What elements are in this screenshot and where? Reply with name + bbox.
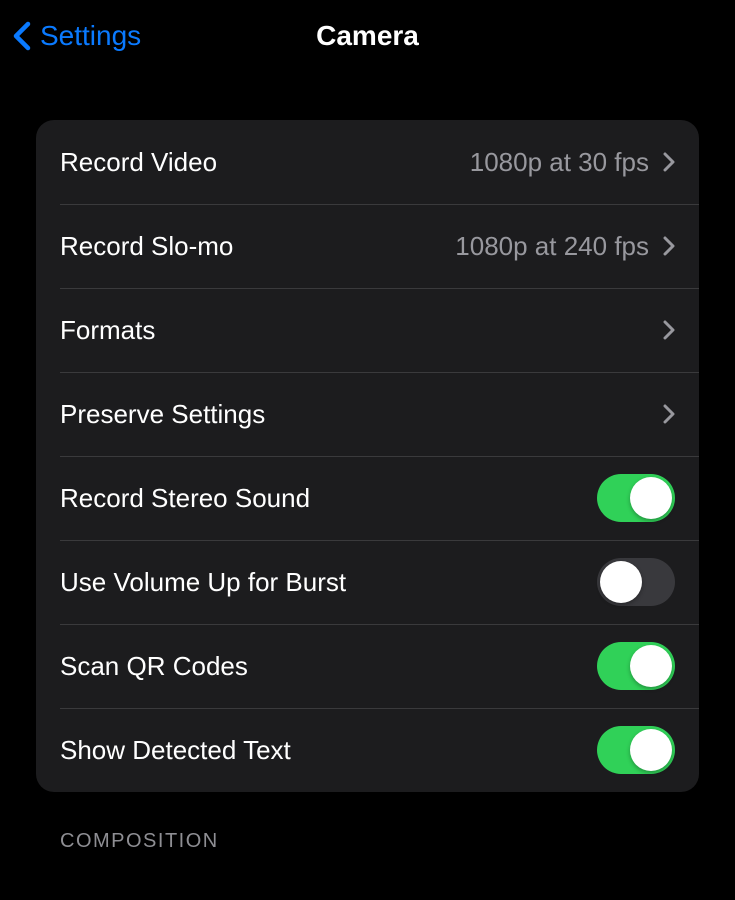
chevron-right-icon [663, 236, 675, 256]
row-label: Formats [60, 315, 155, 346]
toggle-knob [630, 729, 672, 771]
settings-group: Record Video 1080p at 30 fps Record Slo-… [36, 120, 699, 792]
toggle-show-detected-text[interactable] [597, 726, 675, 774]
row-label: Use Volume Up for Burst [60, 567, 346, 598]
row-record-slomo[interactable]: Record Slo-mo 1080p at 240 fps [36, 204, 699, 288]
row-volume-up-burst: Use Volume Up for Burst [36, 540, 699, 624]
back-label: Settings [40, 20, 141, 52]
toggle-knob [630, 645, 672, 687]
chevron-right-icon [663, 404, 675, 424]
row-label: Record Video [60, 147, 217, 178]
chevron-right-icon [663, 152, 675, 172]
row-detail: 1080p at 30 fps [470, 147, 649, 178]
row-record-stereo-sound: Record Stereo Sound [36, 456, 699, 540]
back-button[interactable]: Settings [12, 20, 141, 52]
row-record-video[interactable]: Record Video 1080p at 30 fps [36, 120, 699, 204]
row-label: Scan QR Codes [60, 651, 248, 682]
row-label: Record Stereo Sound [60, 483, 310, 514]
row-label: Record Slo-mo [60, 231, 233, 262]
section-header-composition: COMPOSITION [36, 792, 699, 853]
chevron-left-icon [12, 21, 32, 51]
row-preserve-settings[interactable]: Preserve Settings [36, 372, 699, 456]
toggle-knob [630, 477, 672, 519]
row-scan-qr-codes: Scan QR Codes [36, 624, 699, 708]
row-label: Show Detected Text [60, 735, 291, 766]
nav-bar: Settings Camera [0, 0, 735, 72]
row-show-detected-text: Show Detected Text [36, 708, 699, 792]
toggle-scan-qr-codes[interactable] [597, 642, 675, 690]
row-detail: 1080p at 240 fps [455, 231, 649, 262]
row-label: Preserve Settings [60, 399, 265, 430]
row-formats[interactable]: Formats [36, 288, 699, 372]
toggle-volume-up-burst[interactable] [597, 558, 675, 606]
chevron-right-icon [663, 320, 675, 340]
toggle-knob [600, 561, 642, 603]
toggle-record-stereo-sound[interactable] [597, 474, 675, 522]
